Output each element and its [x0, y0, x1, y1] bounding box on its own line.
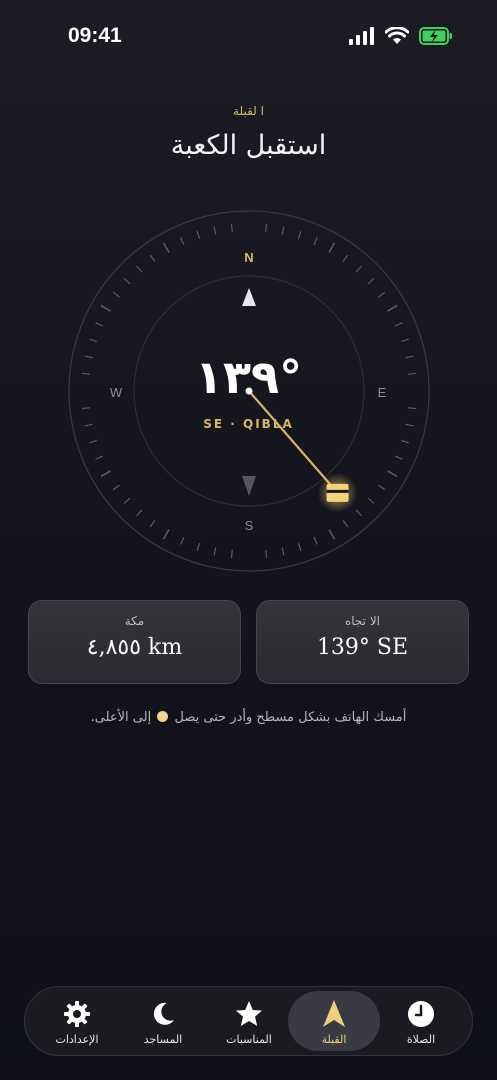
compass-tick	[230, 550, 233, 559]
compass-tick	[387, 304, 398, 312]
compass-tick	[367, 278, 375, 285]
compass-south: S	[245, 518, 254, 533]
compass-tick	[81, 407, 90, 410]
compass-tick	[100, 304, 111, 312]
compass-tick	[136, 265, 143, 273]
distance-value: ٤,٨٥٥ km	[86, 635, 183, 660]
compass-tick	[313, 237, 318, 246]
status-icons	[349, 27, 453, 45]
compass-tick	[265, 223, 268, 232]
compass-tick	[230, 223, 233, 232]
compass-tick	[400, 338, 409, 343]
tab-mosques[interactable]: المساجد	[117, 991, 209, 1051]
direction-card: الا تجاه 139° SE	[256, 600, 469, 684]
compass-tick	[328, 529, 336, 540]
direction-value: 139° SE	[316, 635, 409, 660]
screen-eyebrow: ا لقبلة	[233, 104, 264, 118]
clock-icon	[408, 1001, 434, 1027]
tab-settings-label: الإعدادات	[55, 1033, 99, 1046]
compass-tick	[400, 439, 409, 444]
compass-tick	[196, 542, 201, 551]
compass-tick	[162, 529, 170, 540]
compass-tick	[149, 520, 156, 528]
calibration-hint: أمسك الهاتف بشكل مسطح وأدر حتى يصل إلى ا…	[0, 710, 497, 725]
hint-text-before: أمسك الهاتف بشكل مسطح وأدر حتى يصل	[174, 710, 407, 725]
battery-icon	[419, 27, 452, 45]
tab-qibla[interactable]: القبلة	[288, 991, 380, 1051]
compass-tick	[180, 237, 185, 246]
gold-dot-icon	[157, 711, 169, 722]
compass-tick	[180, 536, 185, 545]
moon-icon	[153, 1002, 174, 1025]
compass-tick	[95, 322, 104, 327]
tab-qibla-label: القبلة	[321, 1033, 347, 1046]
compass-tick	[95, 455, 104, 460]
wifi-icon	[385, 27, 409, 44]
compass-tick	[213, 547, 217, 556]
compass-tick	[355, 265, 362, 273]
compass-tick	[394, 322, 403, 327]
compass-tick	[313, 536, 318, 545]
north-triangle-icon	[242, 288, 256, 306]
distance-label: مكة	[124, 614, 145, 628]
compass-tick	[89, 338, 98, 343]
compass-tick	[297, 542, 302, 551]
hint-text-after: إلى الأعلى.	[90, 710, 152, 725]
page-title: استقبل الكعبة	[170, 130, 327, 161]
compass-tick	[162, 242, 170, 253]
compass-tick	[355, 509, 362, 517]
compass-tick	[123, 278, 131, 285]
distance-card: مكة ٤,٨٥٥ km	[28, 600, 241, 684]
compass-tick	[281, 226, 285, 235]
compass-tick	[342, 520, 349, 528]
qibla-needle	[248, 390, 339, 494]
compass-tick	[408, 407, 417, 410]
compass-tick	[123, 497, 131, 504]
compass-tick	[367, 497, 375, 504]
compass-tick	[265, 550, 268, 559]
star-icon	[236, 1001, 262, 1026]
compass-tick	[196, 231, 201, 240]
compass-tick	[328, 242, 336, 253]
status-bar: 09:41	[0, 0, 497, 74]
compass-tick	[378, 291, 386, 298]
compass-tick	[378, 484, 386, 491]
tab-settings[interactable]: الإعدادات	[31, 991, 123, 1051]
compass-tick	[297, 231, 302, 240]
tab-prayer-label: الصلاة	[406, 1033, 436, 1046]
compass-tick	[387, 470, 398, 478]
compass-tick	[89, 439, 98, 444]
compass-arrow-icon	[323, 1000, 345, 1027]
tab-mosques-label: المساجد	[143, 1033, 183, 1046]
compass-north: N	[244, 250, 253, 265]
signal-icon	[349, 27, 374, 45]
status-time: 09:41	[68, 24, 122, 47]
heading-degrees: ١٣٩°	[194, 350, 303, 404]
compass-tick	[281, 547, 285, 556]
bottom-tab-bar: الإعدادات المساجد المناسبات القبلة الصلا…	[24, 986, 473, 1056]
compass-tick	[342, 254, 349, 262]
kaaba-icon	[317, 472, 358, 513]
direction-label: الا تجاه	[344, 614, 381, 628]
compass-tick	[149, 254, 156, 262]
gear-icon	[64, 1001, 90, 1027]
tab-occasions[interactable]: المناسبات	[203, 991, 295, 1051]
south-triangle-icon	[242, 476, 256, 496]
tab-prayer[interactable]: الصلاة	[375, 991, 467, 1051]
compass-tick	[112, 484, 120, 491]
compass-tick	[394, 455, 403, 460]
compass-tick	[100, 470, 111, 478]
compass-tick	[213, 226, 217, 235]
compass-tick	[136, 509, 143, 517]
heading-caption: SE · QIBLA	[203, 417, 294, 431]
compass-tick	[112, 291, 120, 298]
tab-occasions-label: المناسبات	[226, 1033, 272, 1046]
